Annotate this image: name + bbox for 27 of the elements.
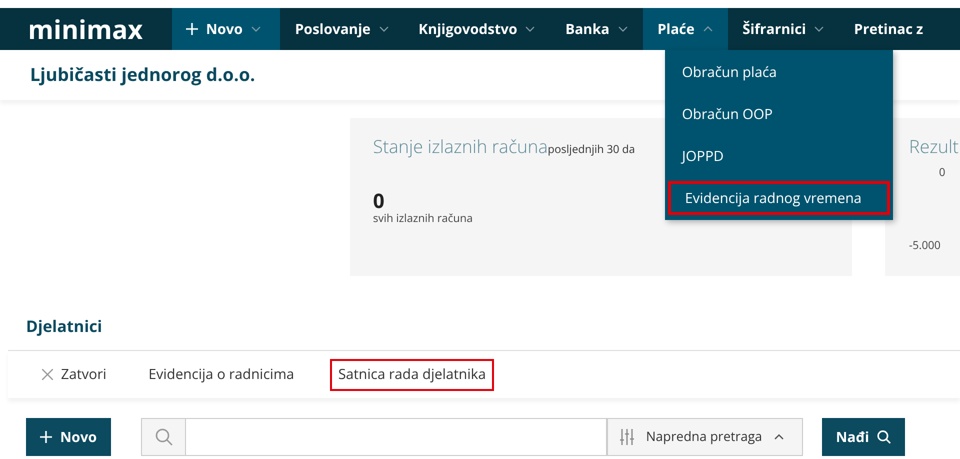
card-subtitle: posljednjih 30 da (548, 142, 636, 158)
card-title: Stanje izlaznih računa (373, 134, 548, 161)
advanced-search-button[interactable]: Napredna pretraga (607, 418, 803, 456)
card-value: 0 (373, 191, 384, 211)
nav-menu[interactable]: Knjigovodstvo (404, 8, 550, 50)
new-menu-button[interactable]: Novo (172, 8, 280, 50)
nav-menu[interactable]: Pretinac z (839, 8, 938, 50)
toolbar-link[interactable]: Satnica rada djelatnika (330, 358, 494, 390)
menu-item[interactable]: Evidencija radnog vremena (668, 181, 890, 215)
close-button[interactable]: Zatvori (36, 358, 112, 390)
menu-item[interactable]: Obračun plaća (668, 55, 890, 89)
axis-label: -5.000 (909, 238, 942, 254)
toolbar-link[interactable]: Evidencija o radnicima (142, 358, 300, 390)
nav-menu[interactable]: Poslovanje (280, 8, 404, 50)
menu-item[interactable]: JOPPD (668, 139, 890, 173)
new-button[interactable]: Novo (26, 418, 111, 456)
nav-menu[interactable]: Banka (550, 8, 643, 50)
find-button[interactable]: Nađi (822, 418, 905, 456)
axis-label: 0 (939, 165, 946, 182)
card-caption: svih izlaznih računa (373, 211, 473, 228)
nav-menu[interactable]: Plaće (642, 8, 728, 50)
logo[interactable]: minimax (28, 16, 143, 42)
section-title: Djelatnici (26, 314, 102, 338)
card-title: Rezult (909, 134, 960, 161)
company-name: Ljubičasti jednorog d.o.o. (30, 62, 256, 88)
menu-item[interactable]: Obračun OOP (668, 97, 890, 131)
nav-menu[interactable]: Šifrarnici (728, 8, 840, 50)
